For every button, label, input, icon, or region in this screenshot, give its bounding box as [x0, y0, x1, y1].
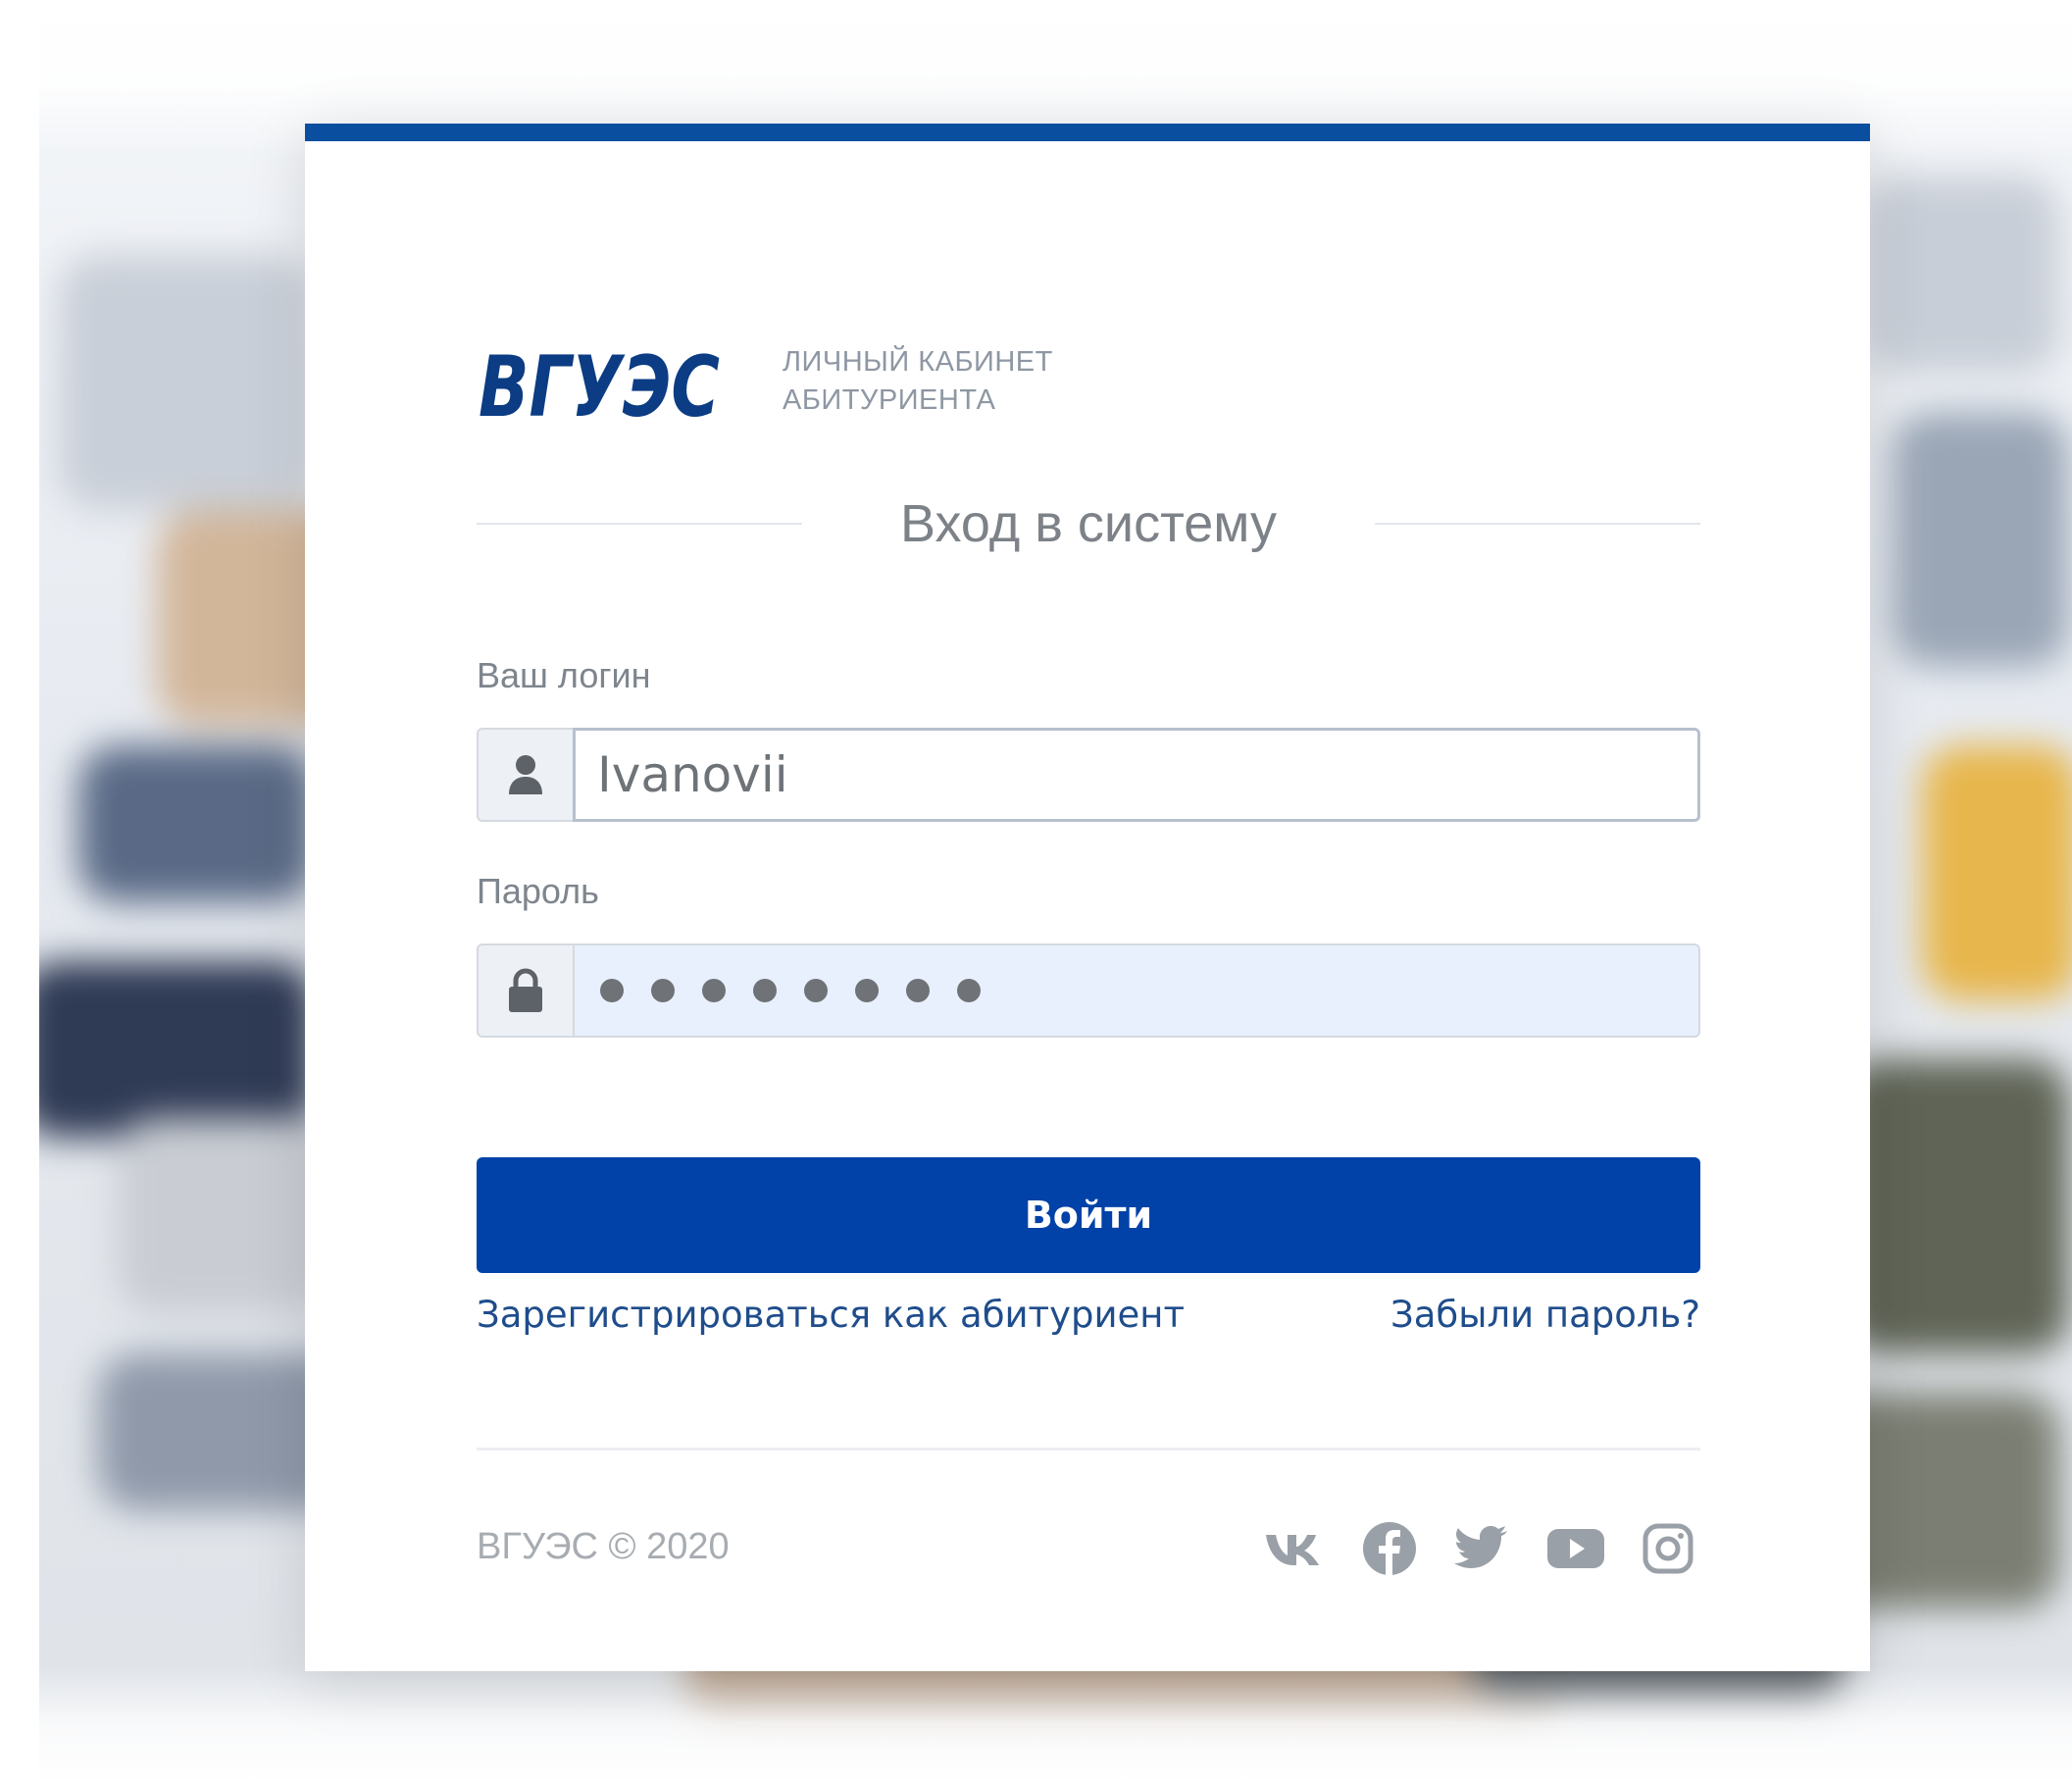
twitter-link[interactable] [1454, 1525, 1509, 1572]
portal-caption-line2: АБИТУРИЕНТА [783, 384, 996, 416]
user-icon [509, 755, 542, 794]
password-mask-dot [753, 979, 777, 1002]
register-link[interactable]: Зарегистрироваться как абитуриент [477, 1294, 1185, 1336]
youtube-link[interactable] [1546, 1526, 1605, 1571]
password-mask-dot [855, 979, 879, 1002]
instagram-link[interactable] [1642, 1523, 1693, 1574]
copyright: ВГУЭС © 2020 [477, 1526, 730, 1567]
portal-caption-line1: ЛИЧНЫЙ КАБИНЕТ [783, 346, 1053, 378]
social-links [1227, 1514, 1693, 1583]
password-input[interactable] [573, 943, 1700, 1038]
svg-text:ВГУЭС: ВГУЭС [479, 338, 720, 435]
portal-caption: ЛИЧНЫЙ КАБИНЕТ АБИТУРИЕНТА [783, 343, 1053, 420]
university-logo: ВГУЭС [479, 338, 720, 435]
password-mask-dot [906, 979, 930, 1002]
login-title-row: Вход в систему [477, 484, 1700, 563]
title-divider-right [1374, 523, 1700, 525]
title-divider-left [477, 523, 803, 525]
youtube-icon [1547, 1529, 1604, 1568]
vk-icon [1266, 1535, 1319, 1565]
password-mask-dot [651, 979, 675, 1002]
login-button[interactable]: Войти [477, 1157, 1700, 1273]
password-addon [477, 943, 573, 1038]
login-addon [477, 728, 573, 822]
lock-icon [509, 968, 542, 1012]
facebook-icon [1363, 1522, 1416, 1575]
brand-header: ВГУЭС ЛИЧНЫЙ КАБИНЕТ АБИТУРИЕНТА [477, 328, 1053, 435]
password-input-group [477, 943, 1700, 1038]
facebook-link[interactable] [1362, 1521, 1417, 1576]
password-mask-dot [600, 979, 624, 1002]
login-card: ВГУЭС ЛИЧНЫЙ КАБИНЕТ АБИТУРИЕНТА Вход в … [305, 124, 1870, 1671]
login-title: Вход в систему [900, 494, 1277, 553]
login-input-group [477, 728, 1700, 822]
password-mask-dot [702, 979, 726, 1002]
login-label: Ваш логин [477, 655, 651, 695]
password-mask-dot [957, 979, 981, 1002]
twitter-icon [1454, 1526, 1507, 1568]
instagram-icon [1642, 1523, 1693, 1574]
footer-divider [477, 1448, 1700, 1451]
vk-link[interactable] [1264, 1529, 1325, 1568]
password-label: Пароль [477, 871, 599, 911]
forgot-password-link[interactable]: Забыли пароль? [1390, 1294, 1700, 1336]
login-input[interactable] [573, 728, 1700, 822]
password-mask-dot [804, 979, 828, 1002]
